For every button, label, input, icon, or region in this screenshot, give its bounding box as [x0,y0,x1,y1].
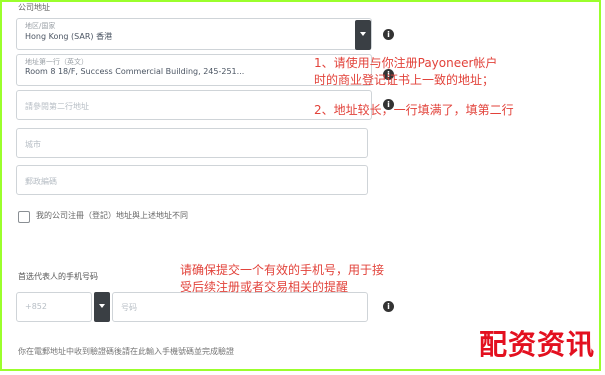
city-field[interactable]: 城市 [16,128,368,158]
postcode-field[interactable]: 郵政編碼 [16,165,368,195]
address-line2-placeholder: 請參閱第二行地址 [25,102,89,111]
phone-hint-text: 你在電郵地址中收到驗證碼後請在此輸入手機號碼並完成驗證 [18,347,234,356]
annotation-note-3: 请确保提交一个有效的手机号，用于接 受后续注册或者交易相关的提醒 [180,262,384,296]
annotation-note-1: 1、请使用与你注册Payoneer帐户 时的商业登记证书上一致的地址； [314,55,497,89]
region-label: 地区/国家 [25,22,56,30]
phone-code-dropdown-button[interactable] [94,292,110,322]
region-dropdown-button[interactable] [355,20,371,50]
annotation-note-1-line2: 时的商业登记证书上一致的地址； [314,73,495,87]
annotation-note-3-line2: 受后续注册或者交易相关的提醒 [180,280,349,294]
chevron-down-icon [360,32,366,36]
watermark-logo: 配资资讯 [478,328,595,361]
different-address-label: 我的公司注冊（登記）地址與上述地址不同 [36,211,188,220]
phone-number-field[interactable]: 号码 [112,292,368,322]
annotation-note-1-line1: 1、请使用与你注册Payoneer帐户 [314,56,498,70]
different-address-checkbox[interactable] [18,211,30,223]
phone-country-code-field[interactable]: +852 [16,292,92,322]
city-placeholder: 城市 [25,140,41,149]
annotation-note-3-line1: 请确保提交一个有效的手机号，用于接 [180,263,385,277]
section-title: 公司地址 [18,3,50,12]
annotation-note-2: 2、地址较长，一行填满了，填第二行 [314,103,514,117]
info-icon[interactable]: i [383,301,394,312]
phone-number-placeholder: 号码 [121,303,137,312]
info-icon[interactable]: i [383,29,394,40]
chevron-down-icon [99,304,105,308]
address-line1-label: 地址第一行（英文） [25,58,88,66]
phone-label: 首选代表人的手机号码 [18,272,98,281]
postcode-placeholder: 郵政編碼 [25,177,57,186]
region-value: Hong Kong (SAR) 香港 [25,32,113,41]
phone-country-code: +852 [25,302,47,311]
region-select[interactable]: 地区/国家 Hong Kong (SAR) 香港 [16,18,372,50]
address-line1-value: Room 8 18/F, Success Commercial Building… [25,67,245,76]
